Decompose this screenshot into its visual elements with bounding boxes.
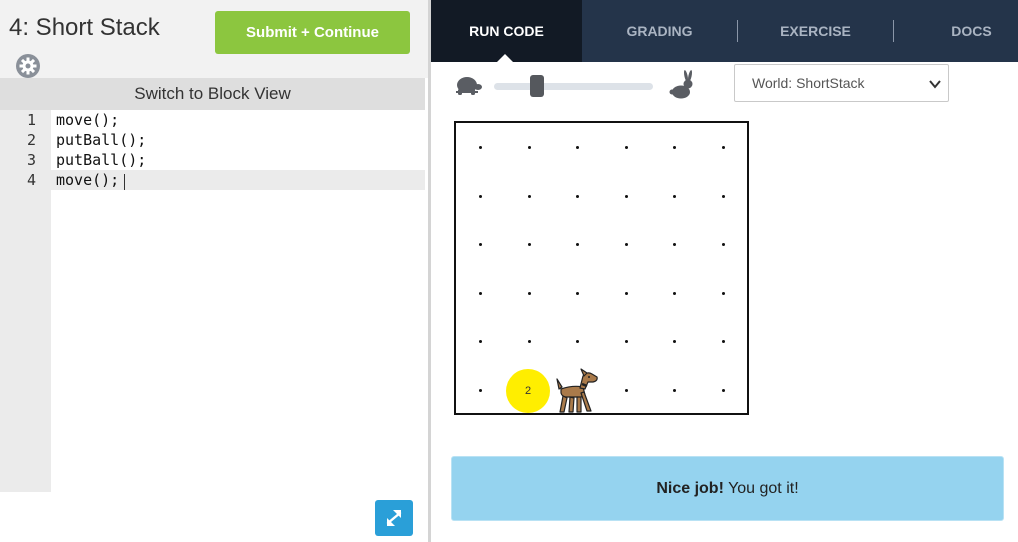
tab-docs[interactable]: DOCS: [894, 0, 1018, 62]
code-line[interactable]: 2 putBall();: [0, 130, 425, 150]
grid-corner-dot: [721, 291, 725, 295]
grid-corner-dot: [479, 291, 482, 295]
tab-run-code[interactable]: RUN CODE: [431, 0, 582, 62]
lesson-header: 4: Short Stack Submit + Continue: [0, 0, 428, 78]
code-text: move();: [56, 111, 120, 129]
app-window: 4: Short Stack Submit + Continue Switch …: [0, 0, 1018, 542]
code-text: putBall();: [56, 131, 147, 149]
grid-corner-dot: [721, 146, 725, 149]
grid-corner-dot: [479, 388, 482, 392]
line-number: 2: [26, 131, 36, 149]
grid-corner-dot: [673, 146, 676, 149]
gear-icon[interactable]: [16, 54, 40, 78]
tab-grading[interactable]: GRADING: [582, 0, 737, 62]
grid-corner-dot: [576, 194, 579, 198]
rabbit-icon[interactable]: [669, 70, 695, 100]
grid-corner-dot: [624, 291, 628, 295]
expand-button[interactable]: [375, 500, 413, 536]
turtle-icon[interactable]: [453, 72, 483, 98]
grid-corner-dot: [721, 388, 725, 392]
lesson-title: 4: Short Stack: [9, 14, 160, 41]
active-tab-caret: [497, 54, 513, 62]
feedback-strong-text: Nice job!: [656, 480, 724, 497]
grid-corner-dot: [527, 340, 531, 343]
grid-corner-dot: [673, 194, 676, 198]
grid-corner-dot: [624, 146, 628, 149]
code-line[interactable]: 1 move();: [0, 110, 425, 130]
grid-corner-dot: [673, 388, 676, 392]
text-cursor: [124, 174, 125, 190]
grid-corner-dot: [576, 340, 579, 343]
tab-exercise[interactable]: EXERCISE: [738, 0, 893, 62]
feedback-text: You got it!: [723, 480, 799, 497]
grid-corner-dot: [479, 146, 482, 149]
code-line-active[interactable]: 4 move();: [0, 170, 425, 190]
chevron-down-icon: [929, 80, 941, 89]
switch-block-view-button[interactable]: Switch to Block View: [0, 78, 425, 110]
expand-icon: [386, 510, 402, 526]
grid-corner-dot: [624, 388, 628, 392]
grid-corner-dot: [527, 291, 531, 295]
grid-corner-dot: [576, 146, 579, 149]
line-number: 4: [26, 171, 36, 189]
grid-corner-dot: [527, 194, 531, 198]
submit-continue-button[interactable]: Submit + Continue: [215, 11, 410, 54]
karel-dog-icon: [556, 368, 598, 413]
grid-corner-dot: [721, 194, 725, 198]
code-text: putBall();: [56, 151, 147, 169]
karel-world-grid: 2: [454, 121, 749, 415]
speed-slider-handle[interactable]: [530, 75, 544, 97]
code-panel: 4: Short Stack Submit + Continue Switch …: [0, 0, 428, 542]
grid-corner-dot: [576, 243, 579, 246]
grid-corner-dot: [673, 340, 676, 343]
ball-marker: 2: [506, 369, 550, 413]
line-number: 3: [26, 151, 36, 169]
world-select-value: World: ShortStack: [752, 75, 865, 91]
speed-slider-track[interactable]: [494, 83, 653, 90]
grid-corner-dot: [624, 340, 628, 343]
grid-corner-dot: [673, 291, 676, 295]
code-text: move();: [56, 171, 120, 189]
grid-corner-dot: [721, 243, 725, 246]
tab-bar: RUN CODE GRADING EXERCISE DOCS: [431, 0, 1018, 62]
grid-corner-dot: [479, 340, 482, 343]
grid-corner-dot: [624, 194, 628, 198]
grid-corner-dot: [527, 243, 531, 246]
world-select[interactable]: World: ShortStack: [734, 64, 949, 102]
line-number: 1: [26, 111, 36, 129]
grid-corner-dot: [673, 243, 676, 246]
grid-corner-dot: [479, 243, 482, 246]
grid-corner-dot: [624, 243, 628, 246]
feedback-banner: Nice job! You got it!: [451, 456, 1004, 521]
run-panel: RUN CODE GRADING EXERCISE DOCS World: Sh…: [431, 0, 1018, 542]
grid-corner-dot: [576, 291, 579, 295]
code-line[interactable]: 3 putBall();: [0, 150, 425, 170]
code-editor[interactable]: 1 move(); 2 putBall(); 3 putBall(); 4 mo…: [0, 110, 425, 492]
grid-corner-dot: [527, 146, 531, 149]
grid-corner-dot: [721, 340, 725, 343]
grid-corner-dot: [479, 194, 482, 198]
